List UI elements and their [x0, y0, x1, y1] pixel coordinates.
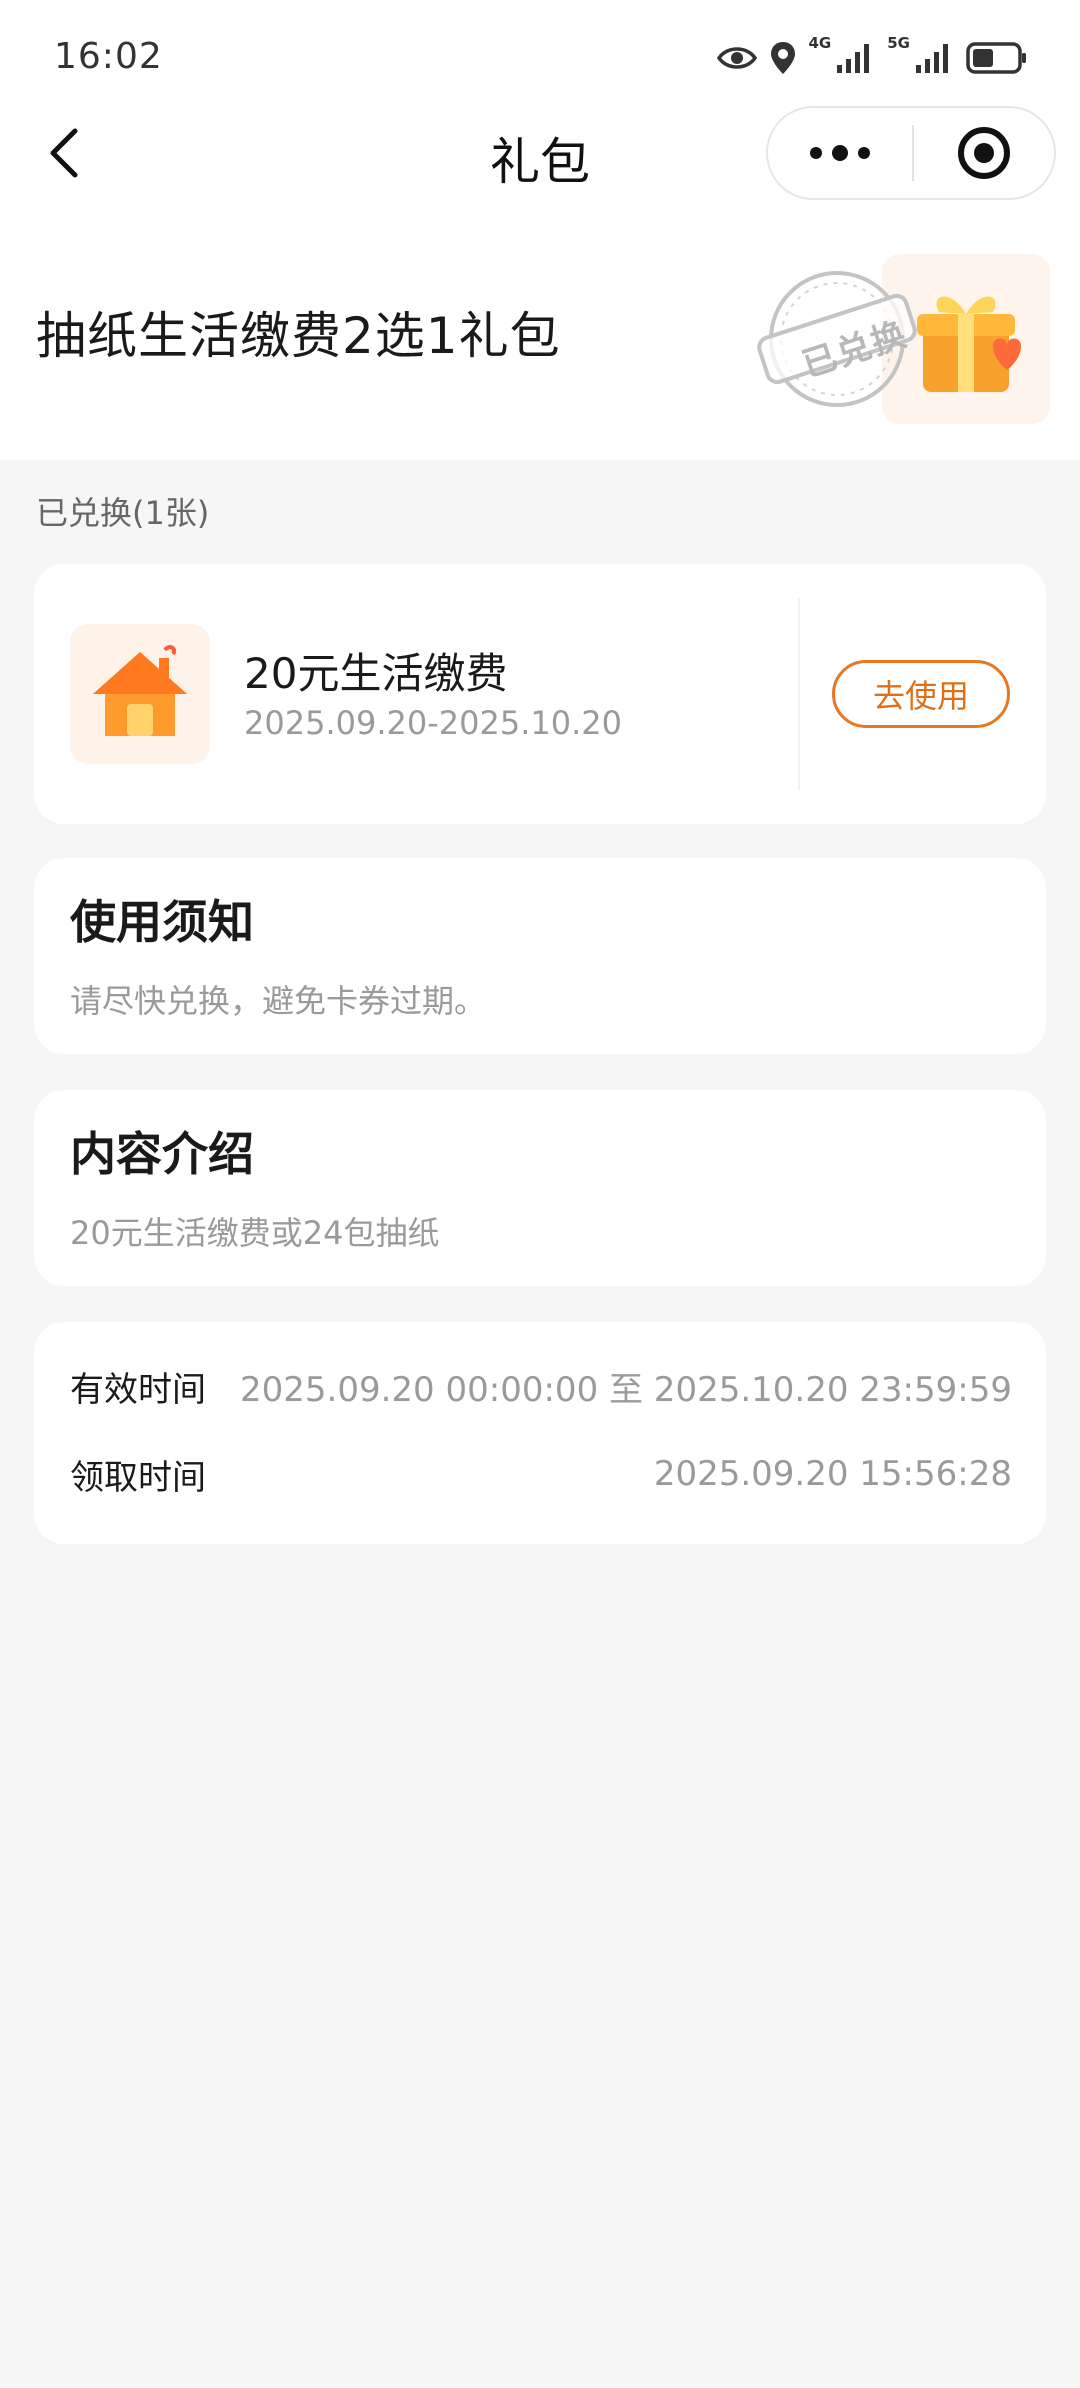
usage-notice-card: 使用须知 请尽快兑换，避免卡券过期。 [34, 858, 1046, 1054]
package-title: 抽纸生活缴费2选1礼包 [36, 307, 561, 365]
content-intro-card: 内容介绍 20元生活缴费或24包抽纸 [34, 1090, 1046, 1286]
valid-time-value: 2025.09.20 00:00:00 至 2025.10.20 23:59:5… [240, 1369, 1012, 1410]
status-bar: 16:02 4G 5G [0, 0, 1080, 110]
signal-icon [835, 41, 875, 75]
status-time: 16:02 [54, 36, 163, 77]
redeemed-stamp: 已兑换 [752, 264, 922, 414]
network-4g-label: 4G [808, 34, 832, 52]
content-intro-text: 20元生活缴费或24包抽纸 [70, 1214, 440, 1252]
usage-notice-text: 请尽快兑换，避免卡券过期。 [70, 982, 487, 1020]
header-area: 16:02 4G 5G 礼包 抽纸生活缴费2选1礼包 已兑换 [0, 0, 1080, 460]
eye-icon [716, 44, 757, 72]
house-icon [70, 624, 210, 764]
location-icon [769, 40, 797, 76]
more-button[interactable] [768, 108, 912, 198]
content-intro-title: 内容介绍 [70, 1127, 254, 1181]
valid-time-label: 有效时间 [70, 1369, 206, 1410]
received-time-label: 领取时间 [70, 1457, 206, 1498]
coupon-date-range: 2025.09.20-2025.10.20 [244, 704, 622, 742]
status-icons: 4G 5G [716, 34, 1029, 80]
signal-icon [914, 41, 954, 75]
use-coupon-button[interactable]: 去使用 [832, 660, 1010, 728]
coupon-name: 20元生活缴费 [244, 649, 508, 698]
received-time-row: 领取时间 2025.09.20 15:56:28 [70, 1444, 1012, 1504]
valid-time-row: 有效时间 2025.09.20 00:00:00 至 2025.10.20 23… [70, 1356, 1012, 1416]
coupon-divider [798, 598, 800, 790]
package-artwork: 已兑换 [740, 252, 1050, 427]
miniprogram-capsule [766, 106, 1056, 200]
close-miniprogram-button[interactable] [914, 108, 1054, 198]
battery-icon [966, 41, 1028, 75]
network-5g-label: 5G [887, 34, 910, 52]
time-info-card: 有效时间 2025.09.20 00:00:00 至 2025.10.20 23… [34, 1322, 1046, 1544]
coupon-card[interactable]: 20元生活缴费 2025.09.20-2025.10.20 去使用 [34, 564, 1046, 824]
redeemed-count-label: 已兑换(1张) [36, 494, 210, 532]
target-close-icon [958, 127, 1010, 179]
received-time-value: 2025.09.20 15:56:28 [653, 1454, 1012, 1494]
navigation-bar: 礼包 [0, 100, 1080, 210]
more-dots-icon [810, 145, 870, 161]
usage-notice-title: 使用须知 [70, 895, 254, 949]
